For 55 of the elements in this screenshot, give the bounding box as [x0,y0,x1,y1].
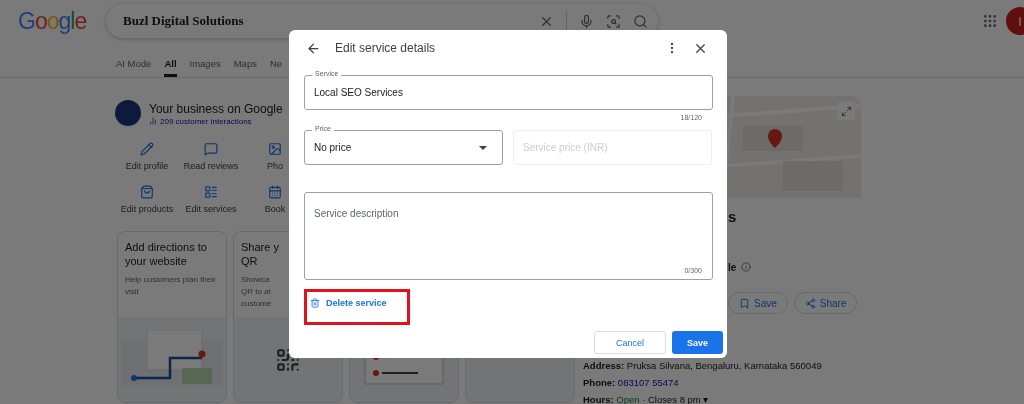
action-label[interactable]: Book [264,204,286,214]
chart-icon [149,117,157,125]
place-info-text: le [728,261,737,273]
place-name: s [727,208,738,227]
expand-button[interactable] [837,102,855,120]
card-title: your website [125,254,187,268]
delete-service-link[interactable]: Delete service [310,298,387,308]
search-tab[interactable]: AI Mode [116,52,152,77]
save-button[interactable]: Save [672,331,723,354]
search-icon[interactable] [633,13,648,29]
bag-icon[interactable] [140,185,154,199]
qr-code-icon [275,346,301,373]
search-field[interactable]: Buzl Digital Solutions [106,4,658,38]
message-icon[interactable] [204,142,218,156]
save-button[interactable]: Save [728,292,788,314]
address-text: Address: Pruksa Silvana, Bengaluru, Karnataka 560049 [583,359,822,373]
image-icon[interactable] [268,142,282,156]
action-label[interactable]: Edit products [120,204,174,214]
card-description: Help customers plan their [125,274,216,286]
action-label[interactable]: Edit profile [125,161,169,171]
search-tab[interactable]: All [164,52,177,77]
action-label[interactable]: Read reviews [183,161,239,171]
card-description: QR to at [241,286,271,298]
back-icon[interactable] [306,40,321,56]
trash-icon [310,298,320,308]
action-label[interactable]: Edit services [185,204,237,214]
apps-icon[interactable] [982,13,998,29]
google-logo[interactable]: Google [18,7,106,35]
account-avatar[interactable]: I [1006,7,1024,35]
camera-search-icon[interactable] [606,13,621,29]
card-description: visit [125,286,139,298]
info-icon[interactable] [741,262,752,272]
phone-text: Phone: 083107 55474 [583,376,679,390]
share-icon [804,297,816,309]
business-title: Your business on Google [149,100,283,117]
microphone-icon[interactable] [579,13,594,29]
pencil-icon[interactable] [140,142,154,156]
search-tab[interactable]: Maps [233,52,257,77]
search-tab[interactable]: Images [189,52,221,77]
card-title: Share y [241,240,279,254]
card-title: QR [241,254,258,268]
bookmark-icon [739,297,750,309]
card-title: Add directions to [125,240,207,254]
list-icon[interactable] [204,185,218,199]
dropdown-caret-icon [479,145,487,150]
card-description: Showca [241,274,270,286]
share-button[interactable]: Share [793,292,858,314]
action-label[interactable]: Pho [267,161,283,171]
cancel-button[interactable]: Cancel [594,331,666,354]
calendar-icon[interactable] [268,185,282,199]
search-tab[interactable]: Ne [269,52,283,77]
interactions-link[interactable]: 209 customer interactions [160,116,252,126]
dialog-title: Edit service details [335,41,436,55]
card-description: custome [241,298,272,310]
business-logo [115,100,141,126]
